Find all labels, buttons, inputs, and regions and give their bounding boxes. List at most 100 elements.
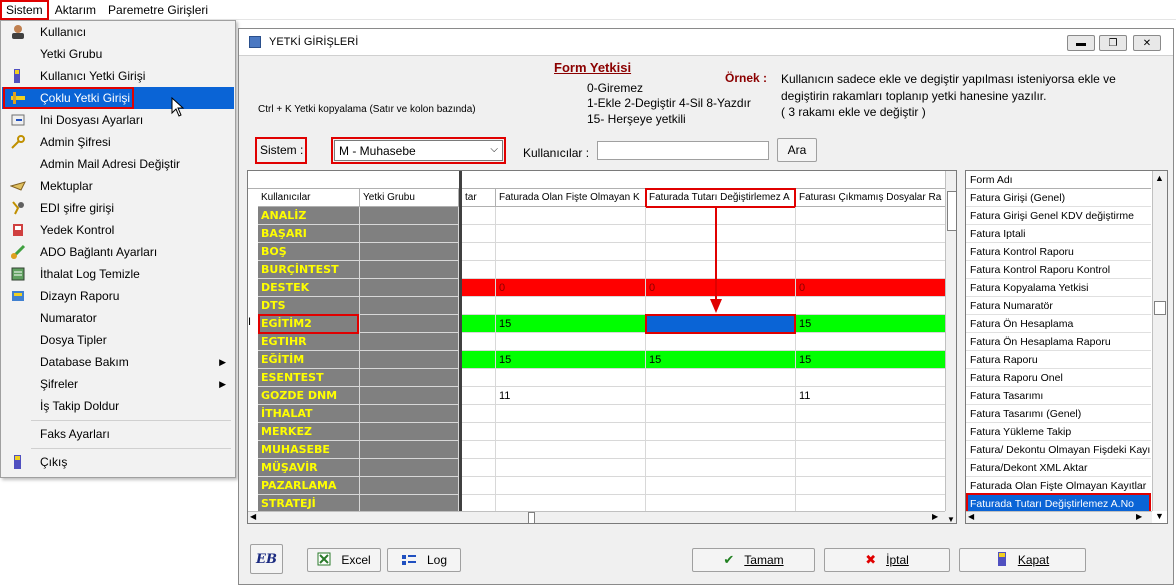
tar-cell[interactable] [462,279,496,297]
menu-item-cikis[interactable]: Çıkış [2,451,234,473]
yetki-grubu-cell[interactable] [360,369,459,387]
yetki-grubu-cell[interactable] [360,279,459,297]
permission-cell[interactable]: 11 [496,387,646,405]
menu-item-edi-sifre[interactable]: EDI şifre girişi [2,197,234,219]
tar-cell[interactable] [462,207,496,225]
menu-sistem[interactable]: Sistem [0,0,49,20]
form-list-item[interactable]: Fatura Numaratör [966,297,1151,315]
user-name-cell[interactable]: MERKEZ [258,423,360,441]
form-list-item[interactable]: Fatura Tasarımı (Genel) [966,405,1151,423]
yetki-grubu-cell[interactable] [360,405,459,423]
tar-cell[interactable] [462,459,496,477]
permission-cell[interactable] [796,459,946,477]
permission-cell[interactable] [496,441,646,459]
menu-item-admin-mail[interactable]: Admin Mail Adresi Değiştir [2,153,234,175]
permission-cell[interactable] [796,333,946,351]
menu-item-yetki-grubu[interactable]: Yetki Grubu [2,43,234,65]
grid-horizontal-scrollbar[interactable] [248,511,945,523]
user-name-cell[interactable]: EĞİTİM [258,351,360,369]
permission-cell[interactable] [496,423,646,441]
list-horizontal-scrollbar[interactable] [966,511,1152,523]
menu-item-yedek-kontrol[interactable]: Yedek Kontrol [2,219,234,241]
menu-item-dizayn-raporu[interactable]: Dizayn Raporu [2,285,234,307]
form-list-item[interactable]: Fatura Girişi (Genel) [966,189,1151,207]
yetki-grubu-cell[interactable] [360,387,459,405]
grid-row[interactable]: EGTIHR [248,333,948,351]
permission-cell[interactable] [796,405,946,423]
grid-row[interactable]: MÜŞAVİR [248,459,948,477]
grid-row[interactable]: MERKEZ [248,423,948,441]
col-header-faturada-olan[interactable]: Faturada Olan Fişte Olmayan K [496,189,646,207]
permission-cell[interactable] [796,225,946,243]
grid-row[interactable]: BAŞARI [248,225,948,243]
grid-row[interactable]: İTHALAT [248,405,948,423]
permission-cell[interactable] [496,261,646,279]
scroll-left-arrow-icon[interactable]: ◀ [250,512,256,521]
permission-cell[interactable] [496,405,646,423]
user-name-cell[interactable]: MÜŞAVİR [258,459,360,477]
search-button[interactable]: Ara [777,138,817,162]
yetki-grubu-cell[interactable] [360,351,459,369]
menu-item-kullanici-yetki-girisi[interactable]: Kullanıcı Yetki Girişi [2,65,234,87]
grid-row[interactable]: BOŞ [248,243,948,261]
permission-cell[interactable] [796,207,946,225]
permission-cell[interactable] [796,441,946,459]
form-list-item[interactable]: Fatura Iptali [966,225,1151,243]
tar-cell[interactable] [462,315,496,333]
permission-cell[interactable] [496,369,646,387]
close-button[interactable]: Kapat [959,548,1086,572]
form-list-item[interactable]: Fatura Raporu Onel [966,369,1151,387]
col-header-tar[interactable]: tar [462,189,496,207]
permission-cell[interactable] [796,297,946,315]
menu-item-kullanici[interactable]: Kullanıcı [2,21,234,43]
grid-row[interactable]: ESENTEST [248,369,948,387]
scroll-up-arrow-icon[interactable]: ▲ [1155,173,1164,183]
list-vertical-scrollbar[interactable] [1152,171,1167,511]
yetki-grubu-cell[interactable] [360,315,459,333]
permission-cell[interactable]: 15 [796,315,946,333]
user-name-cell[interactable]: İTHALAT [258,405,360,423]
permission-cell[interactable] [646,477,796,495]
scroll-down-arrow-icon[interactable]: ▼ [1155,511,1164,521]
form-list-item[interactable]: Fatura Girişi Genel KDV değiştirme [966,207,1151,225]
yetki-grubu-cell[interactable] [360,441,459,459]
permission-cell[interactable] [796,369,946,387]
scroll-right-arrow-icon[interactable]: ▶ [932,512,938,521]
user-name-cell[interactable]: BURÇİNTEST [258,261,360,279]
grid-vscroll-thumb[interactable] [947,191,956,231]
permission-cell[interactable] [796,477,946,495]
list-vscroll-thumb[interactable] [1154,301,1166,315]
menu-item-faks-ayarlari[interactable]: Faks Ayarları [2,423,234,445]
permission-cell[interactable]: 0 [796,279,946,297]
permission-cell[interactable]: 15 [646,351,796,369]
menu-item-database-bakim[interactable]: Database Bakım ▶ [2,351,234,373]
user-name-cell[interactable]: BOŞ [258,243,360,261]
form-list-item[interactable]: Fatura Kontrol Raporu Kontrol [966,261,1151,279]
col-header-faturasi-cikmamis[interactable]: Faturası Çıkmamış Dosyalar Ra [796,189,946,207]
permission-cell[interactable]: 15 [496,351,646,369]
close-window-button[interactable]: ✕ [1133,35,1161,51]
permission-cell[interactable] [646,333,796,351]
scroll-down-arrow-icon[interactable]: ▼ [945,511,956,523]
permission-cell[interactable] [496,477,646,495]
permission-cell[interactable] [646,459,796,477]
tar-cell[interactable] [462,225,496,243]
log-button[interactable]: Log [387,548,461,572]
permission-cell[interactable]: 15 [496,315,646,333]
minimize-button[interactable]: ▬ [1067,35,1095,51]
user-name-cell[interactable]: ESENTEST [258,369,360,387]
user-name-cell[interactable]: BAŞARI [258,225,360,243]
form-list-item[interactable]: Fatura Raporu [966,351,1151,369]
permission-cell[interactable]: 0 [496,279,646,297]
sistem-select[interactable]: M - Muhasebe ⌵ [334,140,503,161]
yetki-grubu-cell[interactable] [360,333,459,351]
form-list-item[interactable]: Fatura/Dekont XML Aktar [966,459,1151,477]
tar-cell[interactable] [462,477,496,495]
user-name-cell[interactable]: ANALİZ [258,207,360,225]
form-list-item[interactable]: Fatura Tasarımı [966,387,1151,405]
tar-cell[interactable] [462,369,496,387]
eb-logo-button[interactable]: EB [250,544,283,574]
yetki-grubu-cell[interactable] [360,243,459,261]
form-list-header[interactable]: Form Adı [966,171,1151,189]
permission-cell[interactable]: 11 [796,387,946,405]
